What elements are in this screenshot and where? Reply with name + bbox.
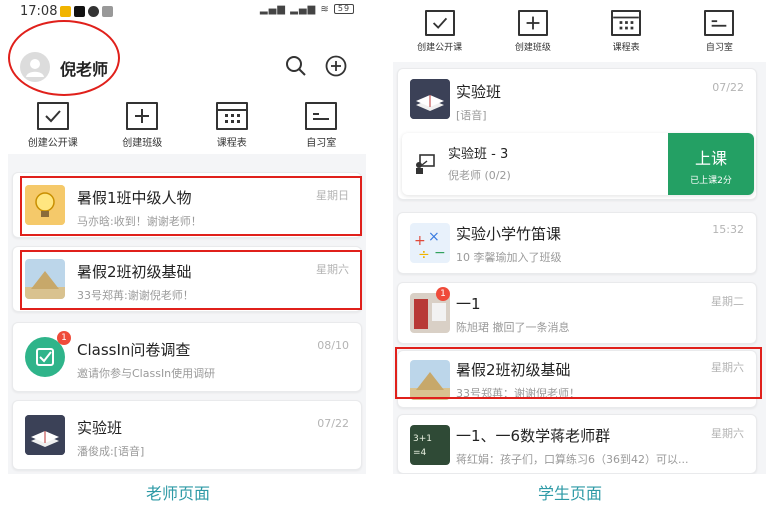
student-page-caption: 学生页面 — [538, 484, 603, 503]
chat-preview: 10 李馨瑜加入了班级 — [456, 251, 562, 264]
status-time: 17:08 — [20, 4, 58, 19]
chat-item[interactable]: 3+1 =4 一1、一6数学蒋老师群 蒋红娟：孩子们，口算练习6（36到42）可… — [397, 414, 757, 474]
create-class-button[interactable]: 创建班级 — [493, 0, 573, 62]
session-title: 实验班 - 3 — [448, 147, 509, 162]
teacher-page-caption: 老师页面 — [146, 484, 211, 503]
chat-title: 实验班 — [456, 83, 502, 101]
quick-actions: 创建公开课 创建班级 课程表 自习室 — [8, 92, 366, 154]
action-label: 创建公开课 — [27, 138, 78, 149]
unread-badge: 1 — [57, 331, 71, 345]
add-circle-icon[interactable] — [324, 54, 348, 78]
chat-time: 星期二 — [711, 295, 744, 308]
chat-preview: 陈旭珺 撤回了一条消息 — [456, 321, 570, 334]
chalkboard-thumb: 3+1 =4 — [410, 425, 450, 465]
chat-title: 实验班 — [77, 419, 123, 437]
check-box-icon — [424, 10, 455, 36]
notification-app-icon — [60, 6, 71, 17]
signal-icon: ▂▄▆ ▂▄▆ ≋ — [259, 4, 330, 15]
chat-time: 08/10 — [317, 339, 349, 352]
chat-title: 实验小学竹笛课 — [456, 225, 562, 243]
action-label: 自习室 — [705, 43, 733, 53]
study-room-button[interactable]: 自习室 — [281, 92, 361, 154]
chat-preview: 蒋红娟：孩子们，口算练习6（36到42）可以... — [456, 453, 689, 466]
unread-badge: 1 — [436, 287, 450, 301]
teacher-screen: 17:08 ▂▄▆ ▂▄▆ ≋ 59 倪老师 创建公开课 创建班级 课程表 自习… — [8, 0, 366, 474]
calendar-grid-icon — [215, 102, 248, 130]
start-class-label: 上课 — [694, 149, 727, 168]
student-screen: 创建公开课 创建班级 课程表 自习室 实验班 [语音] 07/22 实验班 - … — [393, 0, 766, 474]
action-label: 创建班级 — [514, 43, 551, 53]
action-label: 课程表 — [216, 138, 247, 149]
session-teacher: 倪老师 (0/2) — [448, 169, 511, 182]
chat-item[interactable]: 实验班 [语音] 07/22 实验班 - 3 倪老师 (0/2) 上课 已上课2… — [397, 68, 757, 200]
start-class-button[interactable]: 上课 已上课2分 — [668, 133, 754, 195]
action-label: 创建公开课 — [417, 43, 463, 53]
status-bar: 17:08 ▂▄▆ ▂▄▆ ≋ 59 — [8, 0, 366, 22]
teaching-icon — [416, 154, 435, 174]
svg-text:−: − — [434, 245, 446, 261]
chat-preview: [语音] — [456, 109, 487, 122]
plus-box-icon — [126, 102, 159, 130]
study-room-icon — [305, 102, 338, 130]
action-label: 课程表 — [612, 43, 640, 53]
system-indicators: ▂▄▆ ▂▄▆ ≋ 59 — [260, 4, 354, 15]
plus-box-icon — [517, 10, 548, 36]
highlight-ellipse — [8, 20, 120, 96]
create-public-class-button[interactable]: 创建公开课 — [400, 0, 480, 62]
check-box-icon — [36, 102, 69, 130]
chat-time: 星期六 — [711, 427, 744, 440]
study-room-icon — [704, 10, 735, 36]
create-public-class-button[interactable]: 创建公开课 — [13, 92, 93, 154]
svg-text:3+1: 3+1 — [413, 434, 432, 444]
chat-preview: 邀请你参与ClassIn使用调研 — [77, 367, 216, 380]
chat-title: 一1 — [456, 295, 481, 313]
schedule-button[interactable]: 课程表 — [192, 92, 272, 154]
browser-icon — [88, 6, 99, 17]
svg-text:×: × — [428, 229, 440, 245]
highlight-box — [395, 347, 762, 399]
svg-text:÷: ÷ — [418, 247, 430, 263]
action-label: 自习室 — [306, 138, 337, 149]
action-label: 创建班级 — [122, 138, 163, 149]
search-icon[interactable] — [284, 54, 308, 78]
chat-time: 07/22 — [712, 81, 744, 94]
battery-icon: 59 — [334, 4, 354, 14]
chat-time: 07/22 — [317, 417, 349, 430]
book-thumb — [25, 415, 65, 455]
highlight-box — [20, 176, 362, 236]
chat-time: 15:32 — [712, 223, 744, 236]
schedule-button[interactable]: 课程表 — [586, 0, 666, 62]
book-thumb — [410, 79, 450, 119]
quick-actions: 创建公开课 创建班级 课程表 自习室 — [393, 0, 766, 62]
highlight-box — [20, 250, 362, 310]
svg-text:=4: =4 — [413, 448, 427, 458]
class-session-card[interactable]: 实验班 - 3 倪老师 (0/2) 上课 已上课2分 — [402, 133, 754, 195]
study-room-button[interactable]: 自习室 — [679, 0, 759, 62]
calendar-grid-icon — [611, 10, 642, 36]
tiktok-icon — [74, 6, 85, 17]
class-elapsed: 已上课2分 — [690, 176, 732, 186]
chat-title: ClassIn问卷调查 — [77, 341, 191, 359]
chat-item[interactable]: + × ÷ − 实验小学竹笛课 10 李馨瑜加入了班级 15:32 — [397, 212, 757, 274]
math-thumb: + × ÷ − — [410, 223, 450, 263]
chat-item[interactable]: 实验班 潘俊成:[语音] 07/22 — [12, 400, 362, 470]
chat-preview: 潘俊成:[语音] — [77, 445, 145, 458]
chat-item[interactable]: 1 ClassIn问卷调查 邀请你参与ClassIn使用调研 08/10 — [12, 322, 362, 392]
status-app-icons — [60, 6, 113, 17]
mail-icon — [102, 6, 113, 17]
chat-title: 一1、一6数学蒋老师群 — [456, 427, 611, 445]
create-class-button[interactable]: 创建班级 — [102, 92, 182, 154]
chat-item[interactable]: 1 一1 陈旭珺 撤回了一条消息 星期二 — [397, 282, 757, 344]
